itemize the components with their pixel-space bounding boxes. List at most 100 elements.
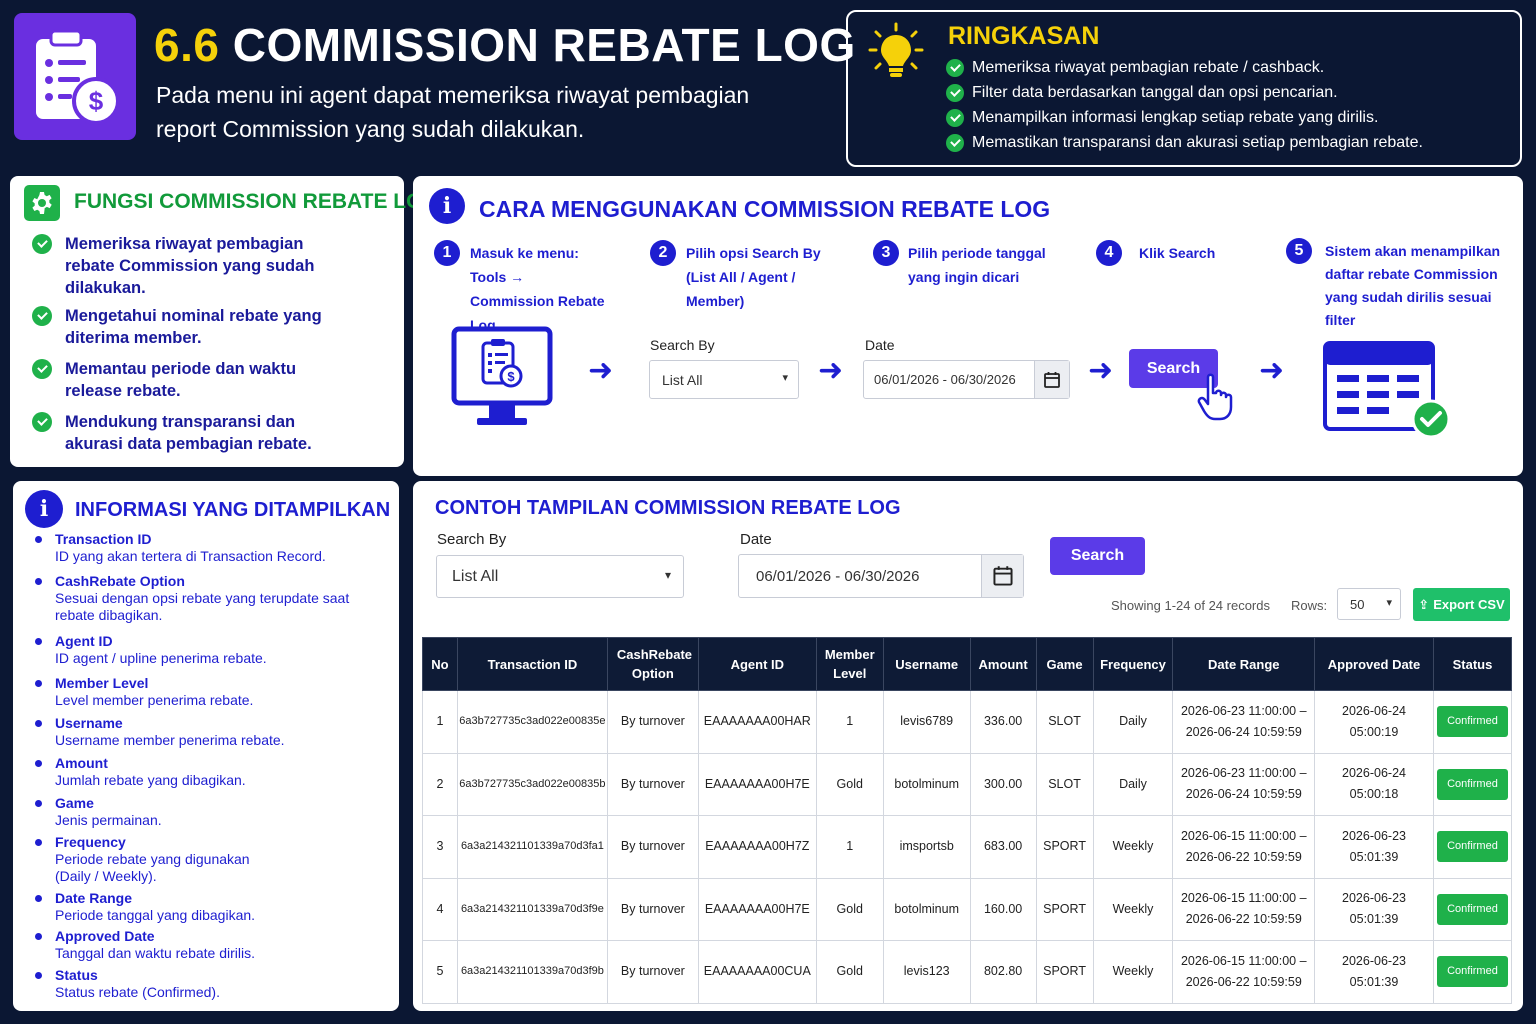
- calendar-icon[interactable]: [981, 555, 1023, 597]
- cell-status: Confirmed: [1432, 815, 1513, 879]
- search-by-value: List All: [452, 567, 499, 585]
- cell-username: levis123: [882, 940, 971, 1004]
- column-header[interactable]: Username: [882, 637, 971, 691]
- info-item-name: Game: [55, 795, 94, 811]
- info-item: Approved Date Tanggal dan waktu rebate di…: [35, 928, 375, 962]
- fungsi-item-text: Mendukung transparansi dan akurasi data …: [65, 413, 312, 453]
- info-item-desc: Sesuai dengan opsi rebate yang terupdate…: [55, 590, 350, 623]
- check-icon: [32, 234, 52, 254]
- cell-status: Confirmed: [1432, 940, 1513, 1004]
- date-range-input[interactable]: 06/01/2026 - 06/30/2026: [863, 360, 1070, 399]
- export-csv-button[interactable]: ⇪ Export CSV: [1413, 588, 1510, 621]
- check-icon: [946, 84, 964, 102]
- cell-status: Confirmed: [1432, 690, 1513, 754]
- cell-date-range: 2026-06-15 11:00:00 – 2026-06-22 10:59:5…: [1172, 940, 1316, 1004]
- search-by-select[interactable]: List All ▾: [649, 360, 799, 399]
- info-item-name: Member Level: [55, 675, 149, 691]
- summary-box: RINGKASAN Memeriksa riwayat pembagian re…: [846, 10, 1522, 167]
- cell-game: SLOT: [1035, 752, 1094, 816]
- step-number: 2: [650, 240, 676, 266]
- cell-amount: 802.80: [969, 940, 1037, 1004]
- table-row[interactable]: 3 6a3a214321101339a70d3fa1 By turnover E…: [422, 815, 1513, 879]
- lightbulb-icon: [868, 22, 924, 82]
- arrow-right-icon: ➜: [1259, 354, 1285, 387]
- table-row[interactable]: 5 6a3a214321101339a70d3f9b By turnover E…: [422, 940, 1513, 1004]
- cell-member-level: Gold: [815, 940, 884, 1004]
- info-item: Transaction ID ID yang akan tertera di Tr…: [35, 531, 375, 565]
- cell-agent-id: EAAAAAAA00CUA: [697, 940, 817, 1004]
- column-header[interactable]: Approved Date: [1314, 637, 1434, 691]
- cell-member-level: 1: [815, 690, 884, 754]
- column-header[interactable]: Game: [1035, 637, 1094, 691]
- cell-transaction-id: 6a3b727735c3ad022e00835e: [456, 690, 608, 754]
- search-by-select[interactable]: List All ▾: [436, 555, 684, 598]
- cell-status: Confirmed: [1432, 752, 1513, 816]
- cell-no: 2: [422, 752, 458, 816]
- info-item: Username Username member penerima rebate.: [35, 715, 375, 749]
- table-row[interactable]: 1 6a3b727735c3ad022e00835e By turnover E…: [422, 690, 1513, 754]
- summary-item: Menampilkan informasi lengkap setiap reb…: [946, 109, 1378, 127]
- rows-select[interactable]: 50 ▾: [1337, 588, 1401, 620]
- cell-cashrebate-option: By turnover: [606, 940, 699, 1004]
- check-icon: [946, 134, 964, 152]
- cell-game: SPORT: [1035, 877, 1094, 941]
- table-row[interactable]: 2 6a3b727735c3ad022e00835b By turnover E…: [422, 752, 1513, 816]
- step-text: Masuk ke menu: Tools → Commission Rebate…: [470, 245, 605, 333]
- info-item-name: CashRebate Option: [55, 573, 185, 589]
- cell-member-level: Gold: [815, 752, 884, 816]
- cell-frequency: Daily: [1092, 752, 1174, 816]
- column-header[interactable]: Frequency: [1092, 637, 1174, 691]
- status-badge: Confirmed: [1437, 893, 1508, 925]
- column-header[interactable]: Agent ID: [697, 637, 817, 691]
- fungsi-item: Mendukung transparansi dan akurasi data …: [32, 411, 372, 455]
- cell-status: Confirmed: [1432, 877, 1513, 941]
- check-icon: [946, 109, 964, 127]
- info-item: Member Level Level member penerima rebate…: [35, 675, 375, 709]
- cell-no: 1: [422, 690, 458, 754]
- check-icon: [32, 412, 52, 432]
- column-header[interactable]: Member Level: [815, 637, 884, 691]
- summary-item-text: Filter data berdasarkan tanggal dan opsi…: [972, 84, 1338, 101]
- rows-label: Rows:: [1291, 598, 1328, 613]
- info-item-desc: Jenis permainan.: [55, 812, 162, 828]
- date-range-input[interactable]: 06/01/2026 - 06/30/2026: [738, 554, 1024, 598]
- summary-item-text: Memeriksa riwayat pembagian rebate / cas…: [972, 59, 1325, 76]
- info-item-desc: Username member penerima rebate.: [55, 732, 285, 748]
- fungsi-title: FUNGSI COMMISSION REBATE LOG: [74, 190, 439, 213]
- page-subtitle: Pada menu ini agent dapat memeriksa riwa…: [156, 82, 750, 142]
- calendar-icon[interactable]: [1034, 361, 1069, 398]
- column-header-label: Member Level: [824, 647, 875, 681]
- summary-item-text: Menampilkan informasi lengkap setiap reb…: [972, 109, 1379, 126]
- cell-amount: 336.00: [969, 690, 1037, 754]
- cell-username: botolminum: [882, 752, 971, 816]
- records-count: Showing 1-24 of 24 records: [1111, 598, 1270, 613]
- cell-approved-date: 2026-06-23 05:01:39: [1314, 940, 1434, 1004]
- column-header[interactable]: Amount: [969, 637, 1037, 691]
- column-header-label: CashRebate Option: [616, 647, 692, 681]
- cell-date-range: 2026-06-23 11:00:00 – 2026-06-24 10:59:5…: [1172, 690, 1316, 754]
- check-icon: [32, 306, 52, 326]
- search-by-label: Search By: [650, 337, 715, 353]
- table-row[interactable]: 4 6a3a214321101339a70d3f9e By turnover E…: [422, 877, 1513, 941]
- cell-game: SLOT: [1035, 690, 1094, 754]
- rebate-log-table: No Transaction ID CashRebate Option Agen…: [422, 637, 1513, 1004]
- page-title-text: COMMISSION REBATE LOG: [232, 19, 856, 71]
- approved-date-text: 2026-06-23 05:01:39: [1342, 828, 1406, 864]
- cell-game: SPORT: [1035, 815, 1094, 879]
- info-item-desc: Jumlah rebate yang dibagikan.: [55, 772, 246, 788]
- date-range-value: 06/01/2026 - 06/30/2026: [874, 372, 1016, 387]
- cell-transaction-id: 6a3a214321101339a70d3f9b: [456, 940, 608, 1004]
- column-header[interactable]: Transaction ID: [456, 637, 608, 691]
- search-button[interactable]: Search: [1050, 537, 1145, 575]
- info-item-desc: Level member penerima rebate.: [55, 692, 254, 708]
- column-header[interactable]: Status: [1432, 637, 1513, 691]
- info-item: CashRebate Option Sesuai dengan opsi reba…: [35, 573, 355, 624]
- info-item-name: Frequency: [55, 834, 126, 850]
- column-header[interactable]: Date Range: [1172, 637, 1316, 691]
- column-header[interactable]: CashRebate Option: [606, 637, 699, 691]
- column-header[interactable]: No: [422, 637, 458, 691]
- step-text: Sistem akan menampilkan daftar rebate Co…: [1325, 243, 1501, 328]
- cara-title: CARA MENGGUNAKAN COMMISSION REBATE LOG: [479, 196, 1051, 222]
- cell-cashrebate-option: By turnover: [606, 690, 699, 754]
- cara-panel: i CARA MENGGUNAKAN COMMISSION REBATE LOG…: [413, 176, 1523, 476]
